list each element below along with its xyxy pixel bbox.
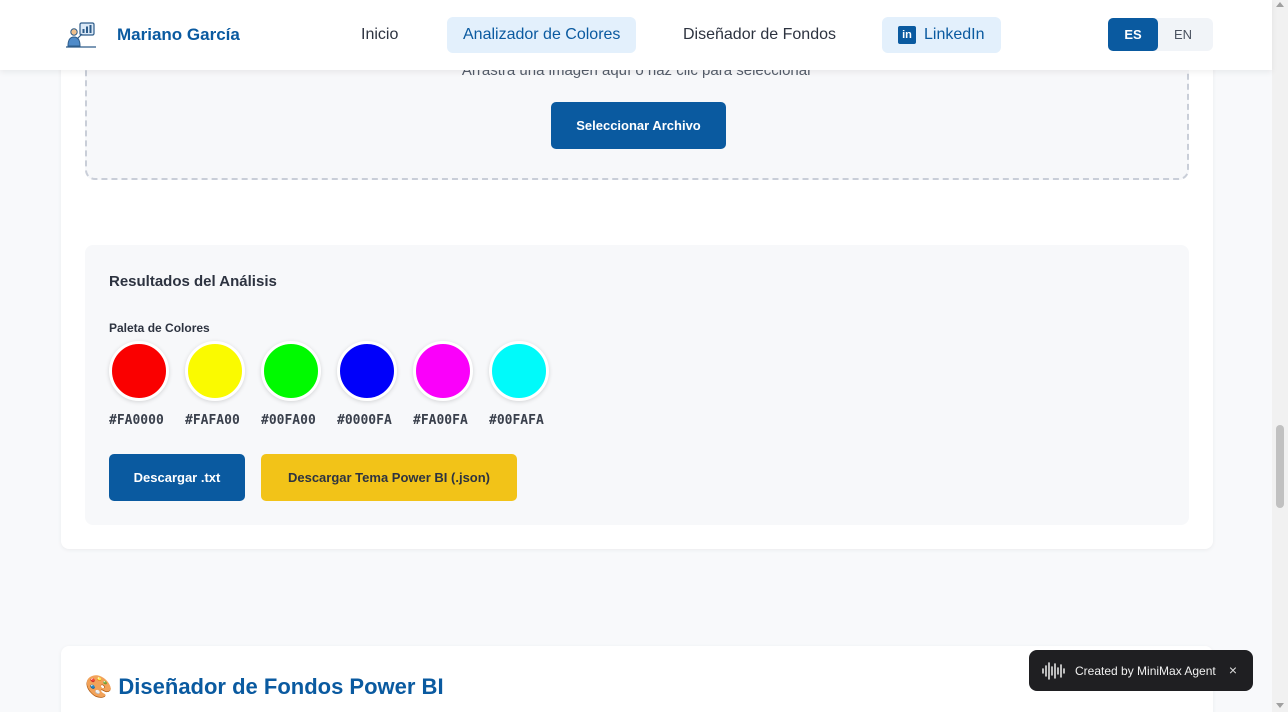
color-swatch[interactable]: #FA00FA bbox=[413, 341, 489, 428]
download-json-button[interactable]: Descargar Tema Power BI (.json) bbox=[261, 454, 517, 501]
swatch-circle[interactable] bbox=[261, 341, 321, 401]
page-scrollbar[interactable] bbox=[1272, 0, 1288, 712]
nav-linkedin[interactable]: in LinkedIn bbox=[882, 17, 1001, 53]
nav-analizador-colores[interactable]: Analizador de Colores bbox=[447, 17, 637, 53]
palette-emoji-icon: 🎨 bbox=[85, 674, 113, 699]
linkedin-icon: in bbox=[898, 26, 916, 44]
swatch-circle[interactable] bbox=[185, 341, 245, 401]
swatch-hex: #FA0000 bbox=[109, 413, 164, 428]
color-swatch[interactable]: #00FAFA bbox=[489, 341, 565, 428]
swatch-circle[interactable] bbox=[337, 341, 397, 401]
swatch-hex: #00FAFA bbox=[489, 413, 544, 428]
swatch-circle[interactable] bbox=[109, 341, 169, 401]
analytics-logo-icon bbox=[66, 22, 96, 48]
designer-title: Diseñador de Fondos Power BI bbox=[118, 674, 444, 699]
badge-text: Created by MiniMax Agent bbox=[1075, 663, 1216, 678]
swatch-hex: #0000FA bbox=[337, 413, 392, 428]
swatch-circle[interactable] bbox=[489, 341, 549, 401]
top-navbar: Mariano García Inicio Analizador de Colo… bbox=[0, 0, 1272, 70]
language-switch: ES EN bbox=[1108, 18, 1213, 51]
color-swatch[interactable]: #0000FA bbox=[337, 341, 413, 428]
nav-disenador-fondos[interactable]: Diseñador de Fondos bbox=[667, 17, 852, 53]
minimax-badge[interactable]: Created by MiniMax Agent × bbox=[1029, 650, 1253, 691]
nav-linkedin-label: LinkedIn bbox=[924, 26, 985, 43]
color-swatch[interactable]: #FAFA00 bbox=[185, 341, 261, 428]
scrollbar-thumb[interactable] bbox=[1276, 425, 1284, 508]
scroll-up-arrow-icon[interactable] bbox=[1276, 2, 1284, 7]
results-title: Resultados del Análisis bbox=[109, 273, 277, 290]
lang-en-button[interactable]: EN bbox=[1158, 18, 1208, 51]
waveform-icon bbox=[1042, 661, 1065, 680]
swatch-hex: #00FA00 bbox=[261, 413, 316, 428]
scroll-down-arrow-icon[interactable] bbox=[1276, 703, 1284, 708]
close-icon[interactable]: × bbox=[1229, 662, 1237, 678]
palette-swatches: #FA0000 #FAFA00 #00FA00 #0000FA #FA00FA … bbox=[109, 341, 565, 428]
brand[interactable]: Mariano García bbox=[66, 20, 240, 50]
color-analyzer-card: Arrastra una imagen aquí o haz clic para… bbox=[61, 0, 1213, 549]
download-txt-button[interactable]: Descargar .txt bbox=[109, 454, 245, 501]
nav-inicio[interactable]: Inicio bbox=[345, 17, 414, 53]
swatch-circle[interactable] bbox=[413, 341, 473, 401]
swatch-hex: #FA00FA bbox=[413, 413, 468, 428]
lang-es-button[interactable]: ES bbox=[1108, 18, 1158, 51]
results-panel: Resultados del Análisis Paleta de Colore… bbox=[85, 245, 1189, 525]
brand-name: Mariano García bbox=[117, 25, 240, 44]
designer-heading: 🎨 Diseñador de Fondos Power BI bbox=[85, 674, 444, 700]
color-swatch[interactable]: #FA0000 bbox=[109, 341, 185, 428]
select-file-button[interactable]: Seleccionar Archivo bbox=[551, 102, 726, 149]
palette-label: Paleta de Colores bbox=[109, 321, 210, 335]
color-swatch[interactable]: #00FA00 bbox=[261, 341, 337, 428]
swatch-hex: #FAFA00 bbox=[185, 413, 240, 428]
